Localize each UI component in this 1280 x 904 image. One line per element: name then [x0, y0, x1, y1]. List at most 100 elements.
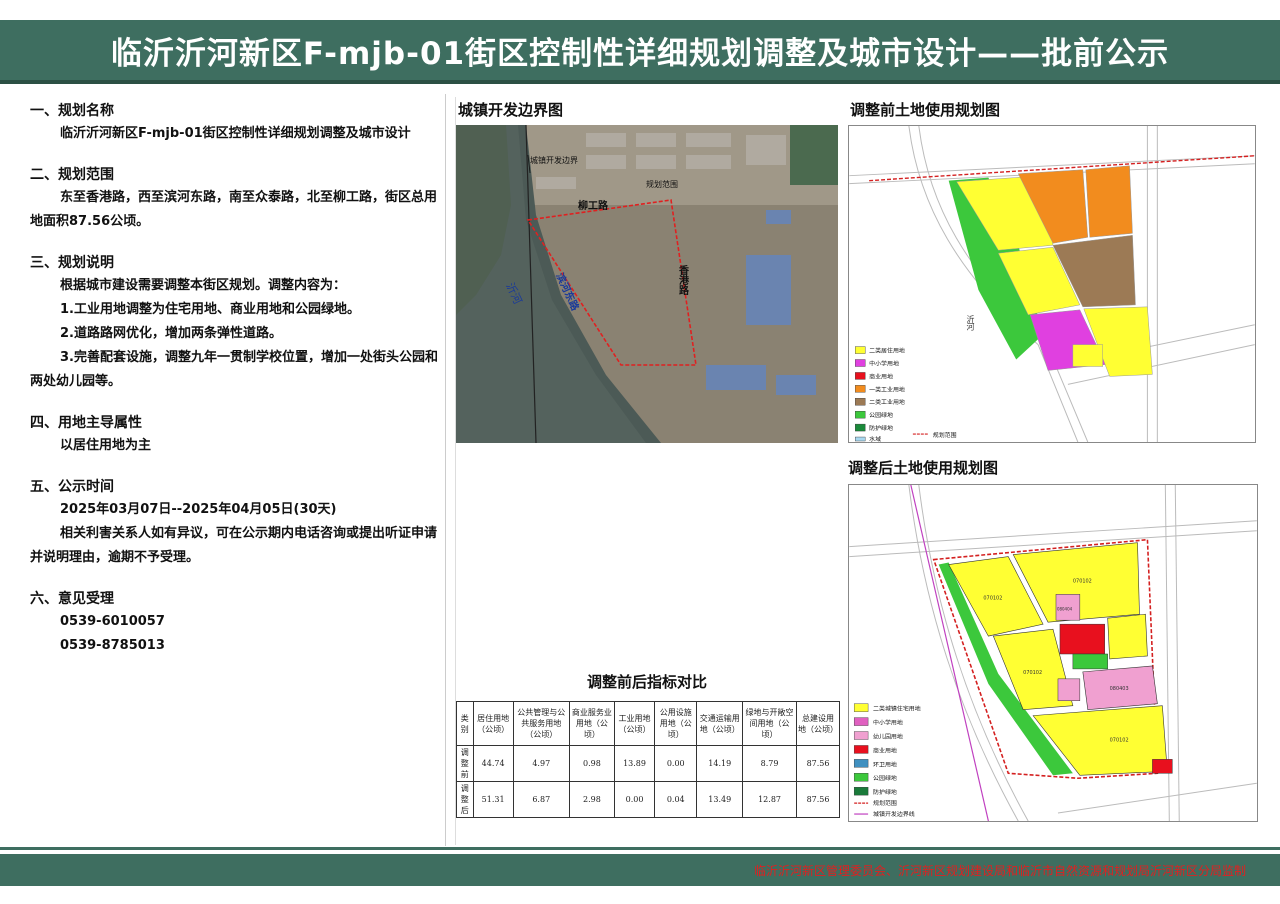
legend-label: 商业用地 [873, 746, 897, 754]
table-cell: 14.19 [696, 745, 744, 782]
zone-code: 080404 [1057, 606, 1073, 611]
table-title: 调整前后指标对比 [586, 673, 707, 691]
footer-banner: 临沂沂河新区管理委员会、沂河新区规划建设局和临沂市自然资源和规划局沂河新区分局监… [0, 854, 1280, 886]
section-2-body: 东至香港路，西至滨河东路，南至众泰路，北至柳工路，街区总用地面积87.56公顷。 [30, 190, 438, 229]
table-cell: 调整前 [456, 745, 474, 782]
table-header: 商业服务业用地（公顷） [568, 701, 615, 746]
zone-code: 070102 [1110, 737, 1129, 743]
zone-code: 070102 [1023, 670, 1042, 676]
zone-code: 080403 [1110, 686, 1129, 692]
table-cell: 51.31 [472, 781, 514, 818]
indicator-table: 类别 居住用地（公顷） 公共管理与公共服务用地（公顷） 商业服务业用地（公顷） … [456, 701, 840, 818]
table-cell: 4.97 [512, 745, 570, 782]
legend-label: 规划范围 [873, 799, 897, 807]
industrial-zone [1085, 165, 1133, 238]
footer-text: 临沂沂河新区管理委员会、沂河新区规划建设局和临沂市自然资源和规划局沂河新区分局监… [753, 864, 1246, 878]
notice-note: 相关利害关系人如有异议，可在公示期内电话咨询或提出听证申请并说明理由，逾期不予受… [30, 526, 438, 565]
table-header: 居住用地（公顷） [472, 701, 514, 746]
table-cell: 0.00 [654, 745, 698, 782]
page-title: 临沂沂河新区F-mjb-01街区控制性详细规划调整及城市设计——批前公示 [110, 35, 1170, 72]
section-6-title: 六、意见受理 [30, 591, 114, 607]
commercial-zone [1059, 623, 1105, 655]
table-cell: 6.87 [512, 781, 570, 818]
legend-label: 中小学用地 [869, 359, 899, 367]
road-label-north: 柳工路 [578, 199, 609, 212]
legend-label: 公园绿地 [869, 411, 893, 419]
notice-text: 一、规划名称 临沂沂河新区F-mjb-01街区控制性详细规划调整及城市设计 二、… [30, 100, 440, 658]
table-header-row: 类别 居住用地（公顷） 公共管理与公共服务用地（公顷） 商业服务业用地（公顷） … [456, 701, 840, 746]
legend-label: 商业用地 [869, 372, 893, 380]
river-label: 沂河 [966, 314, 975, 331]
legend-label: 环卫用地 [873, 760, 897, 768]
section-4-body: 以居住用地为主 [60, 438, 152, 453]
boundary-label: 城镇开发边界 [530, 155, 578, 165]
section-5-title: 五、公示时间 [30, 479, 114, 495]
notice-date: 2025年03月07日--2025年04月05日(30天) [60, 502, 337, 517]
road-label-east: 香港路 [677, 264, 689, 296]
table-cell: 87.56 [796, 745, 840, 782]
table-cell: 44.74 [472, 745, 514, 782]
after-landuse-map: 070102 070102 070102 080403 070102 08040… [848, 484, 1258, 822]
section-2-title: 二、规划范围 [30, 167, 114, 183]
table-cell: 2.98 [568, 781, 615, 818]
legend-label: 幼儿园用地 [873, 732, 903, 740]
section-1-body: 临沂沂河新区F-mjb-01街区控制性详细规划调整及城市设计 [60, 126, 411, 141]
legend-label: 防护绿地 [869, 424, 893, 432]
table-row: 调整后 51.31 6.87 2.98 0.00 0.04 13.49 12.8… [456, 781, 840, 818]
range-label: 规划范围 [646, 179, 678, 189]
table-cell: 12.87 [742, 781, 798, 818]
legend-label: 公园绿地 [873, 774, 897, 782]
section-3-title: 三、规划说明 [30, 255, 114, 271]
legend-label: 防护绿地 [873, 788, 897, 796]
table-cell: 13.49 [696, 781, 744, 818]
table-row: 调整前 44.74 4.97 0.98 13.89 0.00 14.19 8.7… [456, 745, 840, 782]
after-legend: 二类城镇住宅用地 中小学用地 幼儿园用地 商业用地 环卫用地 公园绿地 防护绿地… [853, 703, 921, 818]
phone-1: 0539-6010057 [60, 614, 165, 629]
kindergarten-zone [1057, 678, 1081, 701]
legend-label: 中小学用地 [873, 719, 903, 727]
legend-label: 二类城镇住宅用地 [873, 705, 921, 713]
boundary-map-title: 城镇开发边界图 [458, 101, 564, 119]
table-cell: 0.00 [613, 781, 656, 818]
section-4-title: 四、用地主导属性 [30, 415, 142, 431]
residential-zone [1072, 344, 1103, 367]
zone-code: 070102 [1073, 578, 1092, 584]
legend-label: 规划范围 [933, 431, 957, 439]
zone-code: 070102 [983, 595, 1002, 601]
middle-column: 城镇开发边界图 城镇开发边界 规划范围 柳工路 香港路 滨河东路 沂河 调整前后… [455, 97, 840, 845]
section-3-item: 2.道路路网优化，增加两条弹性道路。 [60, 326, 282, 341]
legend-label: 城镇开发边界线 [873, 810, 915, 818]
table-header: 公共管理与公共服务用地（公顷） [512, 701, 570, 746]
phone-2: 0539-8785013 [60, 638, 165, 653]
table-header: 公用设施用地（公顷） [654, 701, 698, 746]
green-patch [790, 125, 838, 185]
table-cell: 13.89 [613, 745, 656, 782]
table-cell: 0.04 [654, 781, 698, 818]
table-header: 工业用地（公顷） [613, 701, 656, 746]
footer-line [0, 847, 1280, 850]
table-cell: 8.79 [742, 745, 798, 782]
before-landuse-map: 沂河 二类居住用地 中小学用地 商业用地 一类工业用地 二类工业用地 公园绿地 … [848, 125, 1256, 443]
park-zone [1072, 653, 1108, 670]
legend-label: 一类工业用地 [869, 385, 905, 393]
section-3-intro: 根据城市建设需要调整本街区规划。调整内容为： [60, 278, 347, 293]
section-1-title: 一、规划名称 [30, 103, 114, 119]
boundary-map: 城镇开发边界 规划范围 柳工路 香港路 滨河东路 沂河 [456, 125, 838, 443]
table-cell: 0.98 [568, 745, 615, 782]
table-header: 绿地与开敞空间用地（公顷） [742, 701, 798, 746]
table-cell: 调整后 [456, 781, 474, 818]
residential-zone [1107, 613, 1148, 660]
commercial-zone [1152, 759, 1173, 774]
after-map-title: 调整后土地使用规划图 [848, 459, 999, 477]
section-3-item: 3.完善配套设施，调整九年一贯制学校位置，增加一处街头公园和两处幼儿园等。 [30, 350, 438, 389]
legend-label: 二类工业用地 [869, 398, 905, 406]
legend-label: 二类居住用地 [869, 347, 905, 355]
top-strip [0, 0, 1280, 20]
table-cell: 87.56 [796, 781, 840, 818]
section-3-item: 1.工业用地调整为住宅用地、商业用地和公园绿地。 [60, 302, 360, 317]
before-map-title: 调整前土地使用规划图 [850, 101, 1001, 119]
legend-label: 水域 [869, 435, 881, 443]
right-column: 调整前土地使用规划图 沂河 二类居住用地 中小学用地 商业用地 一类工业用地 二… [848, 97, 1258, 822]
bottom-strip [0, 886, 1280, 904]
column-divider [445, 94, 446, 846]
